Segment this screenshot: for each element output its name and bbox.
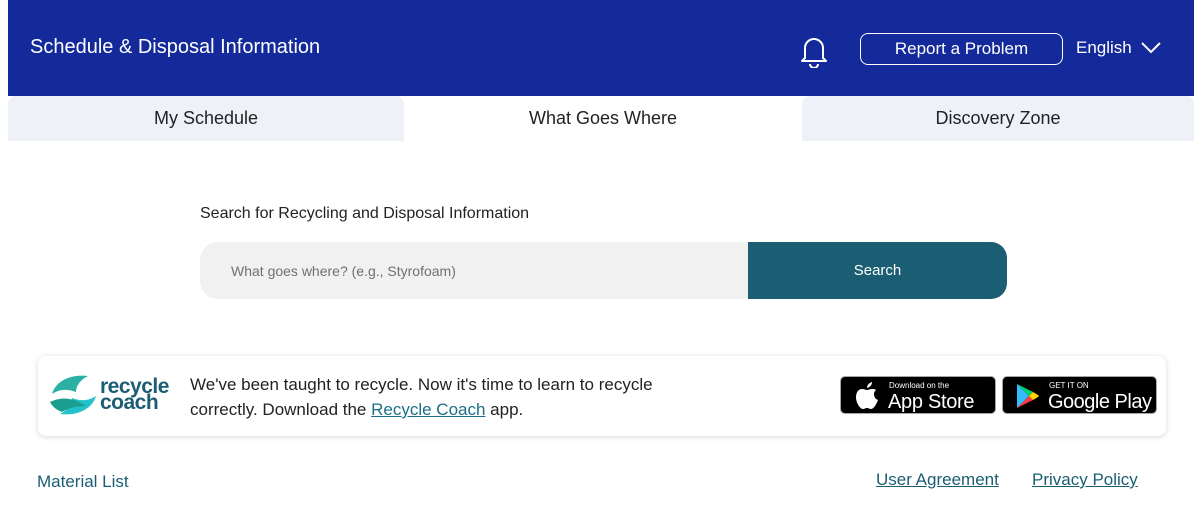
recycle-coach-banner: recycle coach We've been taught to recyc… [38, 356, 1166, 436]
chevron-down-icon [1141, 42, 1161, 54]
recycle-coach-mark-icon [50, 375, 96, 415]
google-play-icon [1017, 384, 1039, 408]
app-frame: Schedule & Disposal Information Report a… [8, 0, 1194, 518]
search-button[interactable]: Search [748, 242, 1007, 299]
google-play-big-text: Google Play [1048, 391, 1152, 413]
app-store-big-text: App Store [888, 391, 975, 413]
header-bar: Schedule & Disposal Information Report a… [8, 0, 1194, 96]
material-list-link[interactable]: Material List [37, 472, 129, 492]
app-store-badge[interactable]: Download on the App Store [840, 376, 996, 414]
report-problem-button[interactable]: Report a Problem [860, 33, 1063, 65]
recycle-coach-logo: recycle coach [46, 372, 178, 418]
app-title: Schedule & Disposal Information [30, 36, 321, 58]
app-store-small-text: Download on the [889, 381, 950, 390]
banner-line-2: correctly. Download the Recycle Coach ap… [190, 397, 810, 422]
banner-line-1: We've been taught to recycle. Now it's t… [190, 375, 653, 394]
search-heading: Search for Recycling and Disposal Inform… [200, 205, 530, 222]
apple-icon [856, 382, 878, 409]
google-play-badge[interactable]: GET IT ON Google Play [1002, 376, 1157, 414]
banner-line-2-suffix: app. [485, 400, 524, 419]
user-agreement-link[interactable]: User Agreement [876, 470, 999, 490]
bell-icon[interactable] [800, 34, 828, 69]
language-selector[interactable]: English [1076, 38, 1162, 58]
banner-line-2-prefix: correctly. Download the [190, 400, 372, 419]
recycle-coach-wordmark: recycle coach [100, 376, 169, 413]
banner-message: We've been taught to recycle. Now it's t… [190, 372, 810, 422]
google-play-small-text: GET IT ON [1049, 381, 1089, 390]
privacy-policy-link[interactable]: Privacy Policy [1032, 470, 1138, 490]
language-label: English [1076, 38, 1132, 57]
tab-my-schedule[interactable]: My Schedule [8, 96, 404, 141]
tab-discovery-zone[interactable]: Discovery Zone [802, 96, 1194, 141]
recycle-coach-link[interactable]: Recycle Coach [371, 400, 485, 419]
search-input[interactable] [200, 242, 752, 299]
tab-what-goes-where[interactable]: What Goes Where [406, 96, 800, 141]
